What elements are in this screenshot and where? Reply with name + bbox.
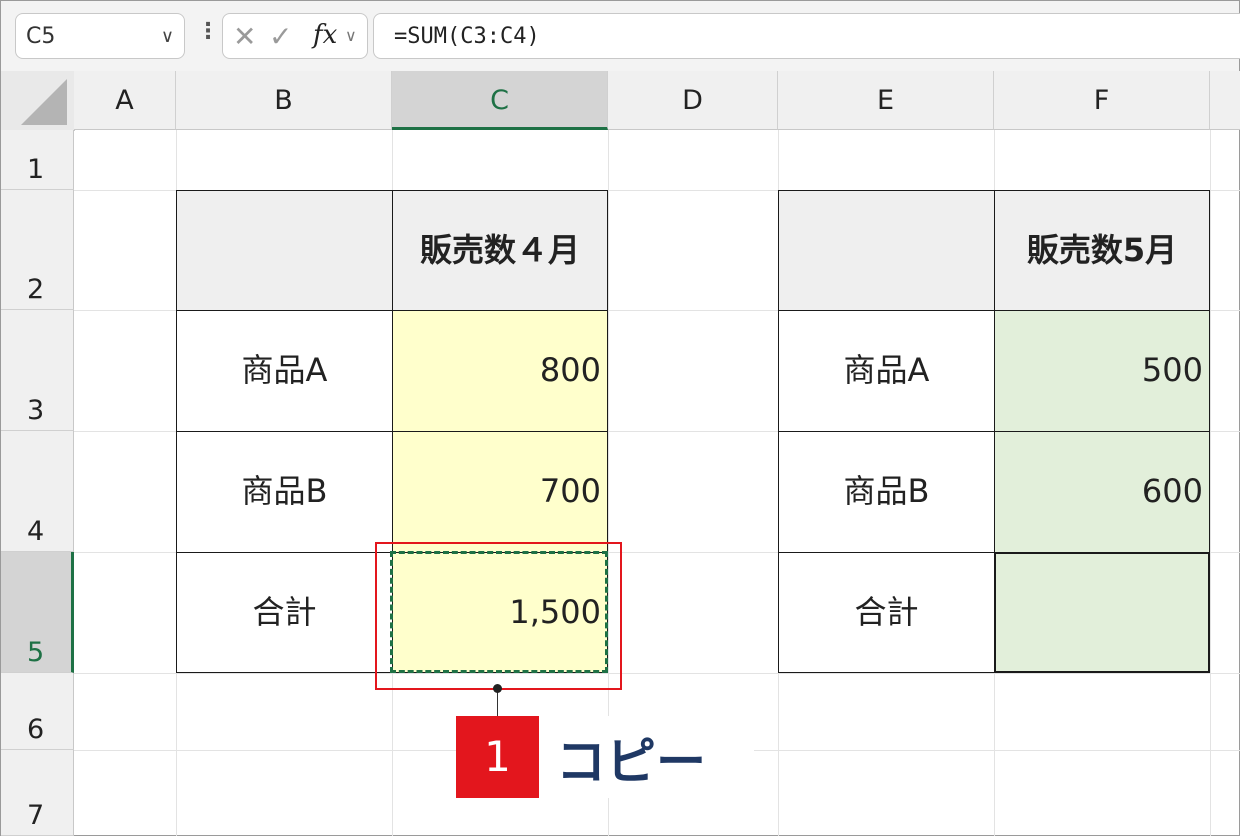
gridline <box>74 673 1240 674</box>
column-header-a[interactable]: A <box>74 71 176 130</box>
cell-b2[interactable] <box>176 190 393 311</box>
cell-b4[interactable]: 商品B <box>176 431 393 553</box>
cell-b3[interactable]: 商品A <box>176 310 393 432</box>
column-header-next[interactable] <box>1210 71 1240 130</box>
cell-f4[interactable]: 600 <box>994 431 1210 553</box>
cell-b5[interactable]: 合計 <box>176 552 393 673</box>
enter-check-icon[interactable]: ✓ <box>269 20 292 53</box>
column-header-b[interactable]: B <box>176 71 392 130</box>
row-header-2[interactable]: 2 <box>1 190 74 310</box>
row-header-6[interactable]: 6 <box>1 673 74 750</box>
chevron-down-icon[interactable]: ∨ <box>345 26 357 45</box>
row-header-4[interactable]: 4 <box>1 431 74 552</box>
cell-f5[interactable] <box>994 552 1210 673</box>
cell-f3[interactable]: 500 <box>994 310 1210 432</box>
callout-leader-dot <box>493 684 502 693</box>
cell-c3[interactable]: 800 <box>392 310 608 432</box>
gridline <box>1210 130 1211 836</box>
cell-e5[interactable]: 合計 <box>778 552 995 673</box>
row-header-3[interactable]: 3 <box>1 310 74 431</box>
formula-bar: C5 ∨ ⋮ ✕ ✓ fx ∨ =SUM(C3:C4) <box>1 1 1240 71</box>
step-number-badge: 1 <box>456 716 539 798</box>
formula-text: =SUM(C3:C4) <box>394 24 540 49</box>
cell-c2-header[interactable]: 販売数４月 <box>392 190 608 311</box>
cell-f2-header[interactable]: 販売数5月 <box>994 190 1210 311</box>
highlight-box <box>375 542 622 690</box>
insert-function-icon[interactable]: fx <box>313 20 337 50</box>
row-header-7[interactable]: 7 <box>1 750 74 836</box>
cell-e4[interactable]: 商品B <box>778 431 995 553</box>
name-box[interactable]: C5 ∨ <box>15 13 185 59</box>
cell-c4[interactable]: 700 <box>392 431 608 553</box>
column-header-e[interactable]: E <box>778 71 994 130</box>
row-header-1[interactable]: 1 <box>1 130 74 190</box>
formula-buttons: ✕ ✓ fx ∨ <box>222 13 368 59</box>
row-header-5[interactable]: 5 <box>1 552 74 673</box>
callout-text: コピー <box>556 733 706 791</box>
name-box-value: C5 <box>26 24 56 49</box>
formula-input[interactable]: =SUM(C3:C4) <box>373 13 1240 59</box>
select-all-corner[interactable] <box>1 71 75 131</box>
column-header-d[interactable]: D <box>608 71 778 130</box>
more-options-icon[interactable]: ⋮ <box>197 19 219 44</box>
cell-e2[interactable] <box>778 190 995 311</box>
chevron-down-icon[interactable]: ∨ <box>161 26 174 47</box>
column-header-f[interactable]: F <box>994 71 1210 130</box>
cell-e3[interactable]: 商品A <box>778 310 995 432</box>
cancel-icon[interactable]: ✕ <box>233 20 256 53</box>
select-all-triangle-icon <box>21 79 67 125</box>
column-header-c[interactable]: C <box>392 71 608 130</box>
